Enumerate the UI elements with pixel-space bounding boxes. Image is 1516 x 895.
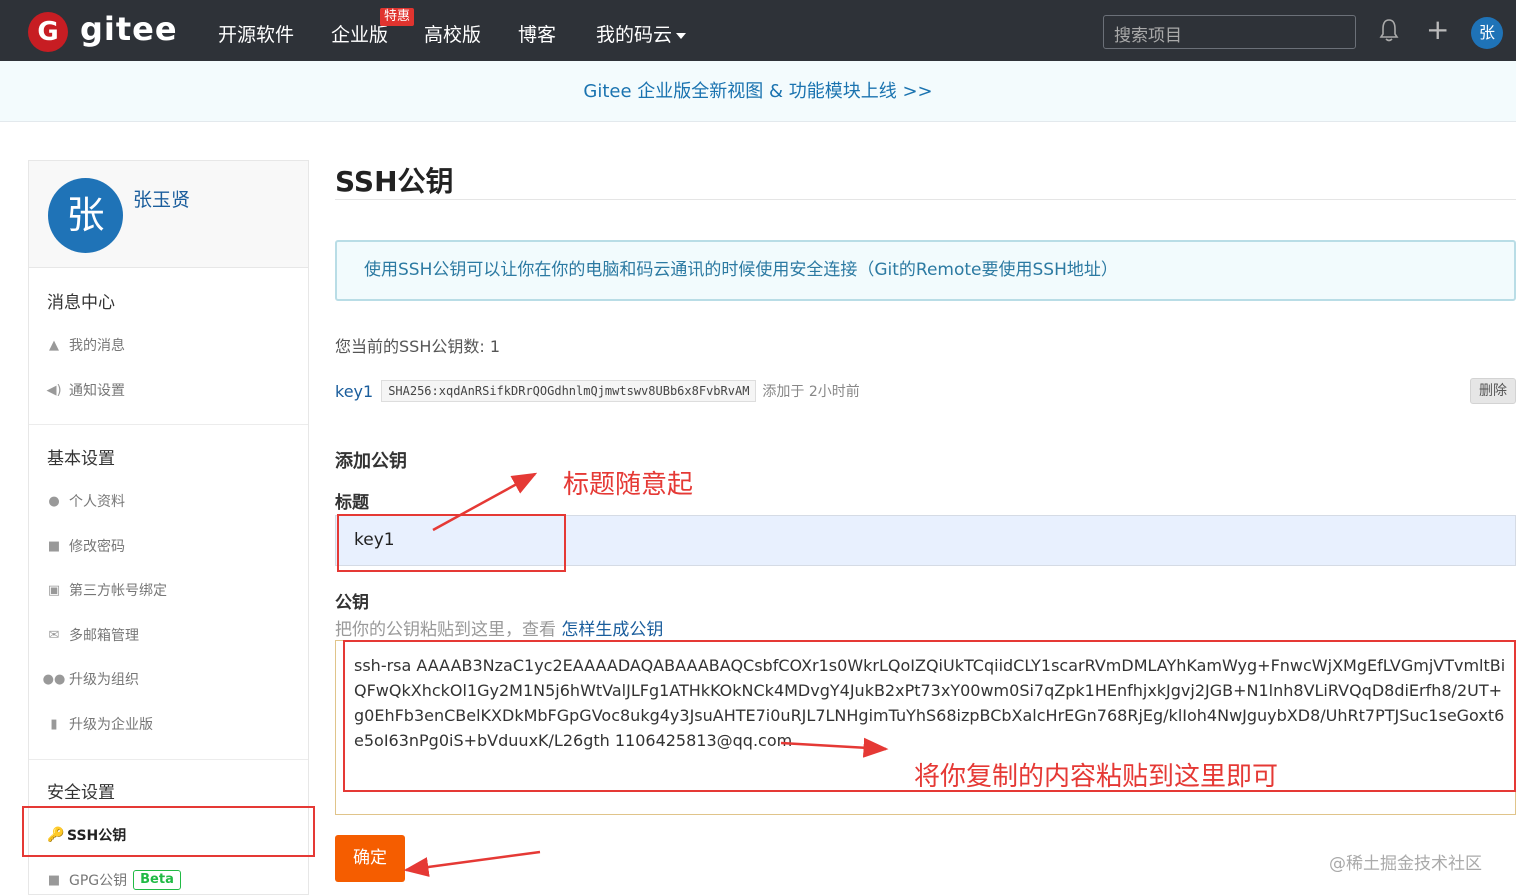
sidebar-item-label: 第三方帐号绑定 xyxy=(69,583,167,599)
lock-icon: ■ xyxy=(47,872,61,888)
ssh-key-row: key1 SHA256:xqdAnRSifkDRrQOGdhnlmQjmwtsw… xyxy=(335,378,860,404)
user-icon: ● xyxy=(48,493,60,509)
hot-badge: 特惠 xyxy=(380,8,415,26)
speaker-icon: ◀) xyxy=(46,382,62,398)
sidebar-item-my-messages[interactable]: ▲ 我的消息 xyxy=(46,335,125,355)
gitee-logo-icon[interactable]: G xyxy=(28,12,68,52)
settings-sidebar: 张 张玉贤 消息中心 ▲ 我的消息 ◀) 通知设置 基本设置 ● 个人资料 ■ 修改密码… xyxy=(28,160,309,895)
info-message: 使用SSH公钥可以让你在你的电脑和码云通讯的时候使用安全连接（Git的Remot… xyxy=(335,240,1516,301)
annotation-box-ssh-menu xyxy=(22,806,315,857)
sidebar-item-label: 升级为企业版 xyxy=(69,717,153,733)
annotation-key-note: 将你复制的内容粘贴到这里即可 xyxy=(914,762,1279,792)
sidebar-item-change-password[interactable]: ■ 修改密码 xyxy=(46,536,125,556)
contact-card-icon: ▣ xyxy=(47,582,61,598)
sidebar-item-third-party[interactable]: ▣ 第三方帐号绑定 xyxy=(46,580,167,600)
nav-my-gitee[interactable]: 我的码云 xyxy=(596,20,687,47)
key-hint: 把你的公钥粘贴到这里，查看 怎样生成公钥 xyxy=(335,615,663,640)
nav-blog[interactable]: 博客 xyxy=(518,20,556,47)
arrow-to-confirm xyxy=(403,850,541,877)
sidebar-divider xyxy=(29,424,308,425)
sidebar-item-label: 个人资料 xyxy=(69,494,125,510)
top-navbar: G gitee 开源软件 企业版 特惠 高校版 博客 我的码云 搜索项目 + 张 xyxy=(0,0,1516,61)
sidebar-item-label: 多邮箱管理 xyxy=(69,628,139,644)
nav-my-gitee-label: 我的码云 xyxy=(596,24,673,46)
add-key-heading: 添加公钥 xyxy=(335,451,407,472)
sidebar-item-upgrade-org[interactable]: ●● 升级为组织 xyxy=(42,669,139,689)
avatar[interactable]: 张 xyxy=(1471,17,1503,49)
section-title-security: 安全设置 xyxy=(47,783,115,803)
how-to-generate-link[interactable]: 怎样生成公钥 xyxy=(561,620,663,640)
sidebar-item-label: 通知设置 xyxy=(69,383,125,399)
watermark: @稀土掘金技术社区 xyxy=(1329,854,1482,874)
section-title-basic: 基本设置 xyxy=(47,449,115,469)
nav-university[interactable]: 高校版 xyxy=(424,20,481,47)
sidebar-item-gpg-keys[interactable]: ■ GPG公钥 Beta xyxy=(46,870,181,890)
title-divider xyxy=(335,199,1516,200)
envelope-icon: ✉ xyxy=(48,627,60,643)
users-icon: ●● xyxy=(42,671,66,687)
bell-icon[interactable] xyxy=(1378,18,1400,42)
sidebar-item-label: 升级为组织 xyxy=(69,672,139,688)
annotation-box-title xyxy=(337,514,566,572)
plus-icon[interactable]: + xyxy=(1426,16,1449,44)
sidebar-item-notification-settings[interactable]: ◀) 通知设置 xyxy=(46,380,125,400)
key-label: 公钥 xyxy=(335,593,369,613)
confirm-button[interactable]: 确定 xyxy=(335,835,405,882)
section-title-messages: 消息中心 xyxy=(47,293,115,313)
annotation-title-note: 标题随意起 xyxy=(563,470,694,500)
sidebar-item-label: 修改密码 xyxy=(69,539,125,555)
title-label: 标题 xyxy=(335,493,369,513)
sidebar-item-label: GPG公钥 xyxy=(69,873,128,889)
ssh-key-name: key1 xyxy=(335,381,374,401)
nav-open-source[interactable]: 开源软件 xyxy=(218,20,294,47)
key-hint-text: 把你的公钥粘贴到这里，查看 xyxy=(335,620,562,640)
ssh-key-added-time: 添加于 2小时前 xyxy=(762,384,860,400)
ssh-key-count: 您当前的SSH公钥数: 1 xyxy=(335,337,501,356)
sidebar-divider xyxy=(29,759,308,760)
sidebar-item-upgrade-enterprise[interactable]: ▮ 升级为企业版 xyxy=(46,714,153,734)
building-icon: ▮ xyxy=(50,716,58,732)
page-title: SSH公钥 xyxy=(335,165,454,198)
profile-username[interactable]: 张玉贤 xyxy=(133,185,190,212)
sidebar-item-profile[interactable]: ● 个人资料 xyxy=(46,491,125,511)
search-input[interactable]: 搜索项目 xyxy=(1103,15,1356,49)
beta-badge: Beta xyxy=(133,870,181,890)
announcement-banner[interactable]: Gitee 企业版全新视图 & 功能模块上线 >> xyxy=(0,61,1516,122)
delete-key-button[interactable]: 删除 xyxy=(1470,378,1516,404)
profile-avatar[interactable]: 张 xyxy=(48,178,123,253)
sidebar-item-label: 我的消息 xyxy=(69,338,125,354)
ssh-key-fingerprint: SHA256:xqdAnRSifkDRrQOGdhnlmQjmwtswv8UBb… xyxy=(381,380,757,402)
lock-icon: ■ xyxy=(47,538,61,554)
bell-icon: ▲ xyxy=(49,337,59,353)
brand-name[interactable]: gitee xyxy=(80,10,178,48)
chevron-down-icon xyxy=(676,32,687,39)
profile-card: 张 张玉贤 xyxy=(29,161,308,268)
sidebar-item-emails[interactable]: ✉ 多邮箱管理 xyxy=(46,625,139,645)
